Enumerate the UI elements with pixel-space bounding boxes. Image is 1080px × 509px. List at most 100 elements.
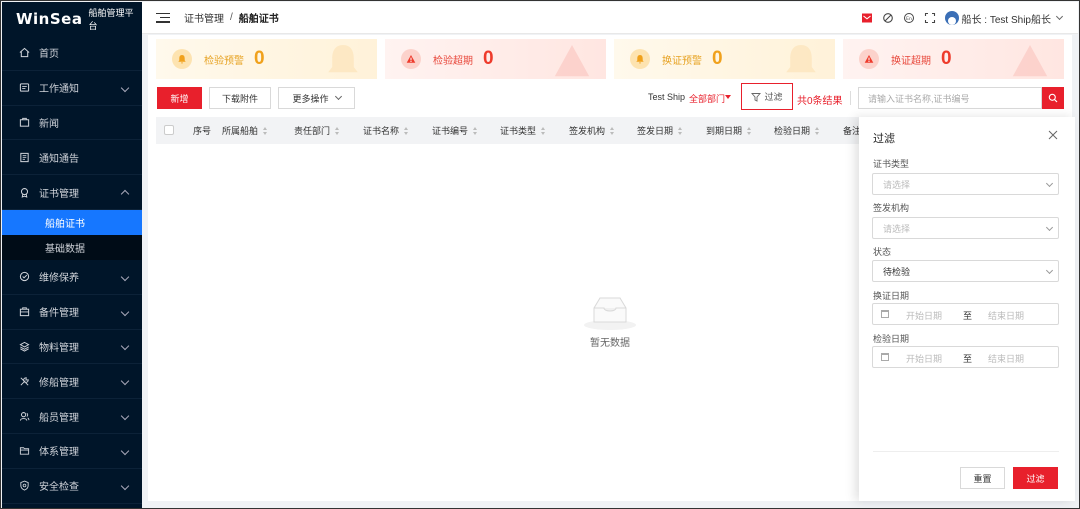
menu-toggle-icon[interactable]: [156, 12, 170, 23]
warning-icon: [554, 45, 590, 77]
add-button[interactable]: 新增: [157, 87, 202, 109]
reset-button[interactable]: 重置: [960, 467, 1005, 489]
chevron-down-icon: [120, 342, 130, 351]
range-separator: 至: [963, 354, 973, 364]
range-start[interactable]: 开始日期: [906, 309, 942, 322]
theme-icon[interactable]: [882, 12, 894, 24]
issuing-authority-select[interactable]: 请选择: [872, 217, 1059, 239]
chevron-down-icon: [1045, 223, 1054, 232]
filter-button[interactable]: 过滤: [741, 83, 793, 110]
sidebar-item-repair[interactable]: 修船管理: [2, 364, 142, 400]
certificate-type-select[interactable]: 请选择: [872, 173, 1059, 195]
sidebar-item-safety[interactable]: 安全检查: [2, 469, 142, 504]
column-header[interactable]: 签发日期: [637, 117, 683, 144]
stat-value: 0: [941, 48, 952, 69]
chevron-down-icon: [120, 272, 130, 282]
logo: WinSea 船舶管理平台: [2, 2, 142, 36]
drawer-title: 过滤: [873, 133, 895, 145]
sidebar-item-home[interactable]: 首页: [2, 36, 142, 71]
ship-name: Test Ship: [648, 92, 686, 102]
sidebar: WinSea 船舶管理平台 首页 工作通知 新闻 通知通告 证书管理 船舶证书 …: [2, 2, 142, 508]
close-icon[interactable]: [1047, 129, 1059, 141]
filter-icon: [751, 92, 762, 102]
search-button[interactable]: [1042, 87, 1064, 109]
select-placeholder: 请选择: [883, 223, 911, 234]
chevron-down-icon: [120, 481, 130, 490]
language-icon[interactable]: En: [903, 12, 915, 24]
sidebar-item-maintenance[interactable]: 维修保养: [2, 260, 142, 295]
sort-icon: [404, 126, 409, 135]
search-input[interactable]: 请输入证书名称,证书编号: [858, 87, 1042, 109]
chevron-down-icon: [120, 307, 130, 316]
header-actions: En 船长 : Test Ship船长: [861, 2, 1064, 34]
stat-renewal-warning[interactable]: 换证预警 0: [614, 39, 835, 79]
stat-value: 0: [254, 48, 265, 69]
sidebar-item-label: 通知通告: [39, 153, 79, 165]
sort-icon: [610, 126, 615, 135]
column-header[interactable]: 责任部门: [294, 117, 340, 144]
sidebar-item-news[interactable]: 新闻: [2, 106, 142, 141]
sidebar-item-notice[interactable]: 通知通告: [2, 140, 142, 176]
sidebar-item-work-notice[interactable]: 工作通知: [2, 71, 142, 106]
status-select[interactable]: 待检验: [872, 260, 1059, 282]
toolbar: 新增 下载附件 更多操作 Test Ship 全部部门 过滤 共0条结果 请输入…: [156, 83, 1064, 110]
inspection-date-range[interactable]: 开始日期 至 结束日期: [872, 346, 1059, 368]
field-label: 换证日期: [873, 291, 910, 301]
fullscreen-icon[interactable]: [924, 12, 936, 24]
sidebar-item-certificates[interactable]: 证书管理: [2, 175, 142, 210]
apply-filter-button[interactable]: 过滤: [1013, 467, 1058, 489]
stat-inspection-overdue[interactable]: 检验超期 0: [385, 39, 606, 79]
chevron-down-icon: [120, 377, 130, 386]
sidebar-subitem-ship-certificates[interactable]: 船舶证书: [2, 209, 142, 235]
range-end[interactable]: 结束日期: [988, 309, 1024, 322]
chevron-down-icon: [1045, 179, 1054, 188]
select-all-checkbox[interactable]: [164, 125, 174, 135]
department-selector[interactable]: 全部部门: [689, 92, 725, 105]
empty-box-icon: [584, 297, 636, 330]
stat-inspection-warning[interactable]: 检验预警 0: [156, 39, 377, 79]
user-menu[interactable]: 船长 : Test Ship船长: [944, 11, 1064, 26]
range-end[interactable]: 结束日期: [988, 352, 1024, 365]
more-actions-button[interactable]: 更多操作: [278, 87, 355, 109]
column-header[interactable]: 所属船舶: [222, 117, 268, 144]
stat-label: 检验预警: [204, 55, 244, 67]
sidebar-subitem-base-data[interactable]: 基础数据: [2, 234, 142, 260]
renewal-date-range[interactable]: 开始日期 至 结束日期: [872, 303, 1059, 325]
calendar-icon: [881, 310, 889, 318]
sort-icon: [263, 126, 268, 135]
sidebar-item-label: 体系管理: [39, 447, 79, 459]
sidebar-item-materials[interactable]: 物料管理: [2, 330, 142, 365]
empty-state: 暂无数据: [578, 292, 642, 349]
column-header[interactable]: 证书类型: [500, 117, 546, 144]
sort-icon: [335, 126, 340, 135]
top-header: 证书管理 / 船舶证书 En 船长 : Test Ship船长: [142, 2, 1078, 34]
stat-label: 换证超期: [891, 55, 931, 67]
chevron-down-icon: [334, 92, 342, 101]
bell-icon: [328, 45, 358, 73]
mail-icon[interactable]: [861, 12, 873, 24]
stat-renewal-overdue[interactable]: 换证超期 0: [843, 39, 1064, 79]
sidebar-item-label: 证书管理: [39, 188, 79, 200]
empty-text: 暂无数据: [590, 338, 630, 349]
chevron-down-icon: [120, 83, 130, 92]
sidebar-item-label: 备件管理: [39, 308, 79, 320]
sidebar-item-parts[interactable]: 备件管理: [2, 295, 142, 330]
notice-icon: [18, 151, 30, 163]
range-start[interactable]: 开始日期: [906, 352, 942, 365]
maintenance-icon: [18, 271, 30, 283]
stat-label: 检验超期: [433, 55, 473, 67]
chevron-down-icon: [120, 411, 130, 421]
download-attachments-button[interactable]: 下载附件: [209, 87, 271, 109]
sidebar-item-crew[interactable]: 船员管理: [2, 399, 142, 434]
column-header[interactable]: 证书编号: [432, 117, 478, 144]
breadcrumb-item[interactable]: 证书管理: [184, 10, 224, 25]
sidebar-item-label: 新闻: [39, 118, 59, 130]
column-header[interactable]: 证书名称: [363, 117, 409, 144]
brand-subtitle: 船舶管理平台: [88, 8, 134, 31]
filter-label: 过滤: [764, 92, 783, 102]
column-header[interactable]: 检验日期: [774, 117, 820, 144]
column-header[interactable]: 签发机构: [569, 117, 615, 144]
more-actions-label: 更多操作: [292, 93, 329, 104]
column-header[interactable]: 到期日期: [706, 117, 752, 144]
sidebar-item-system[interactable]: 体系管理: [2, 434, 142, 469]
